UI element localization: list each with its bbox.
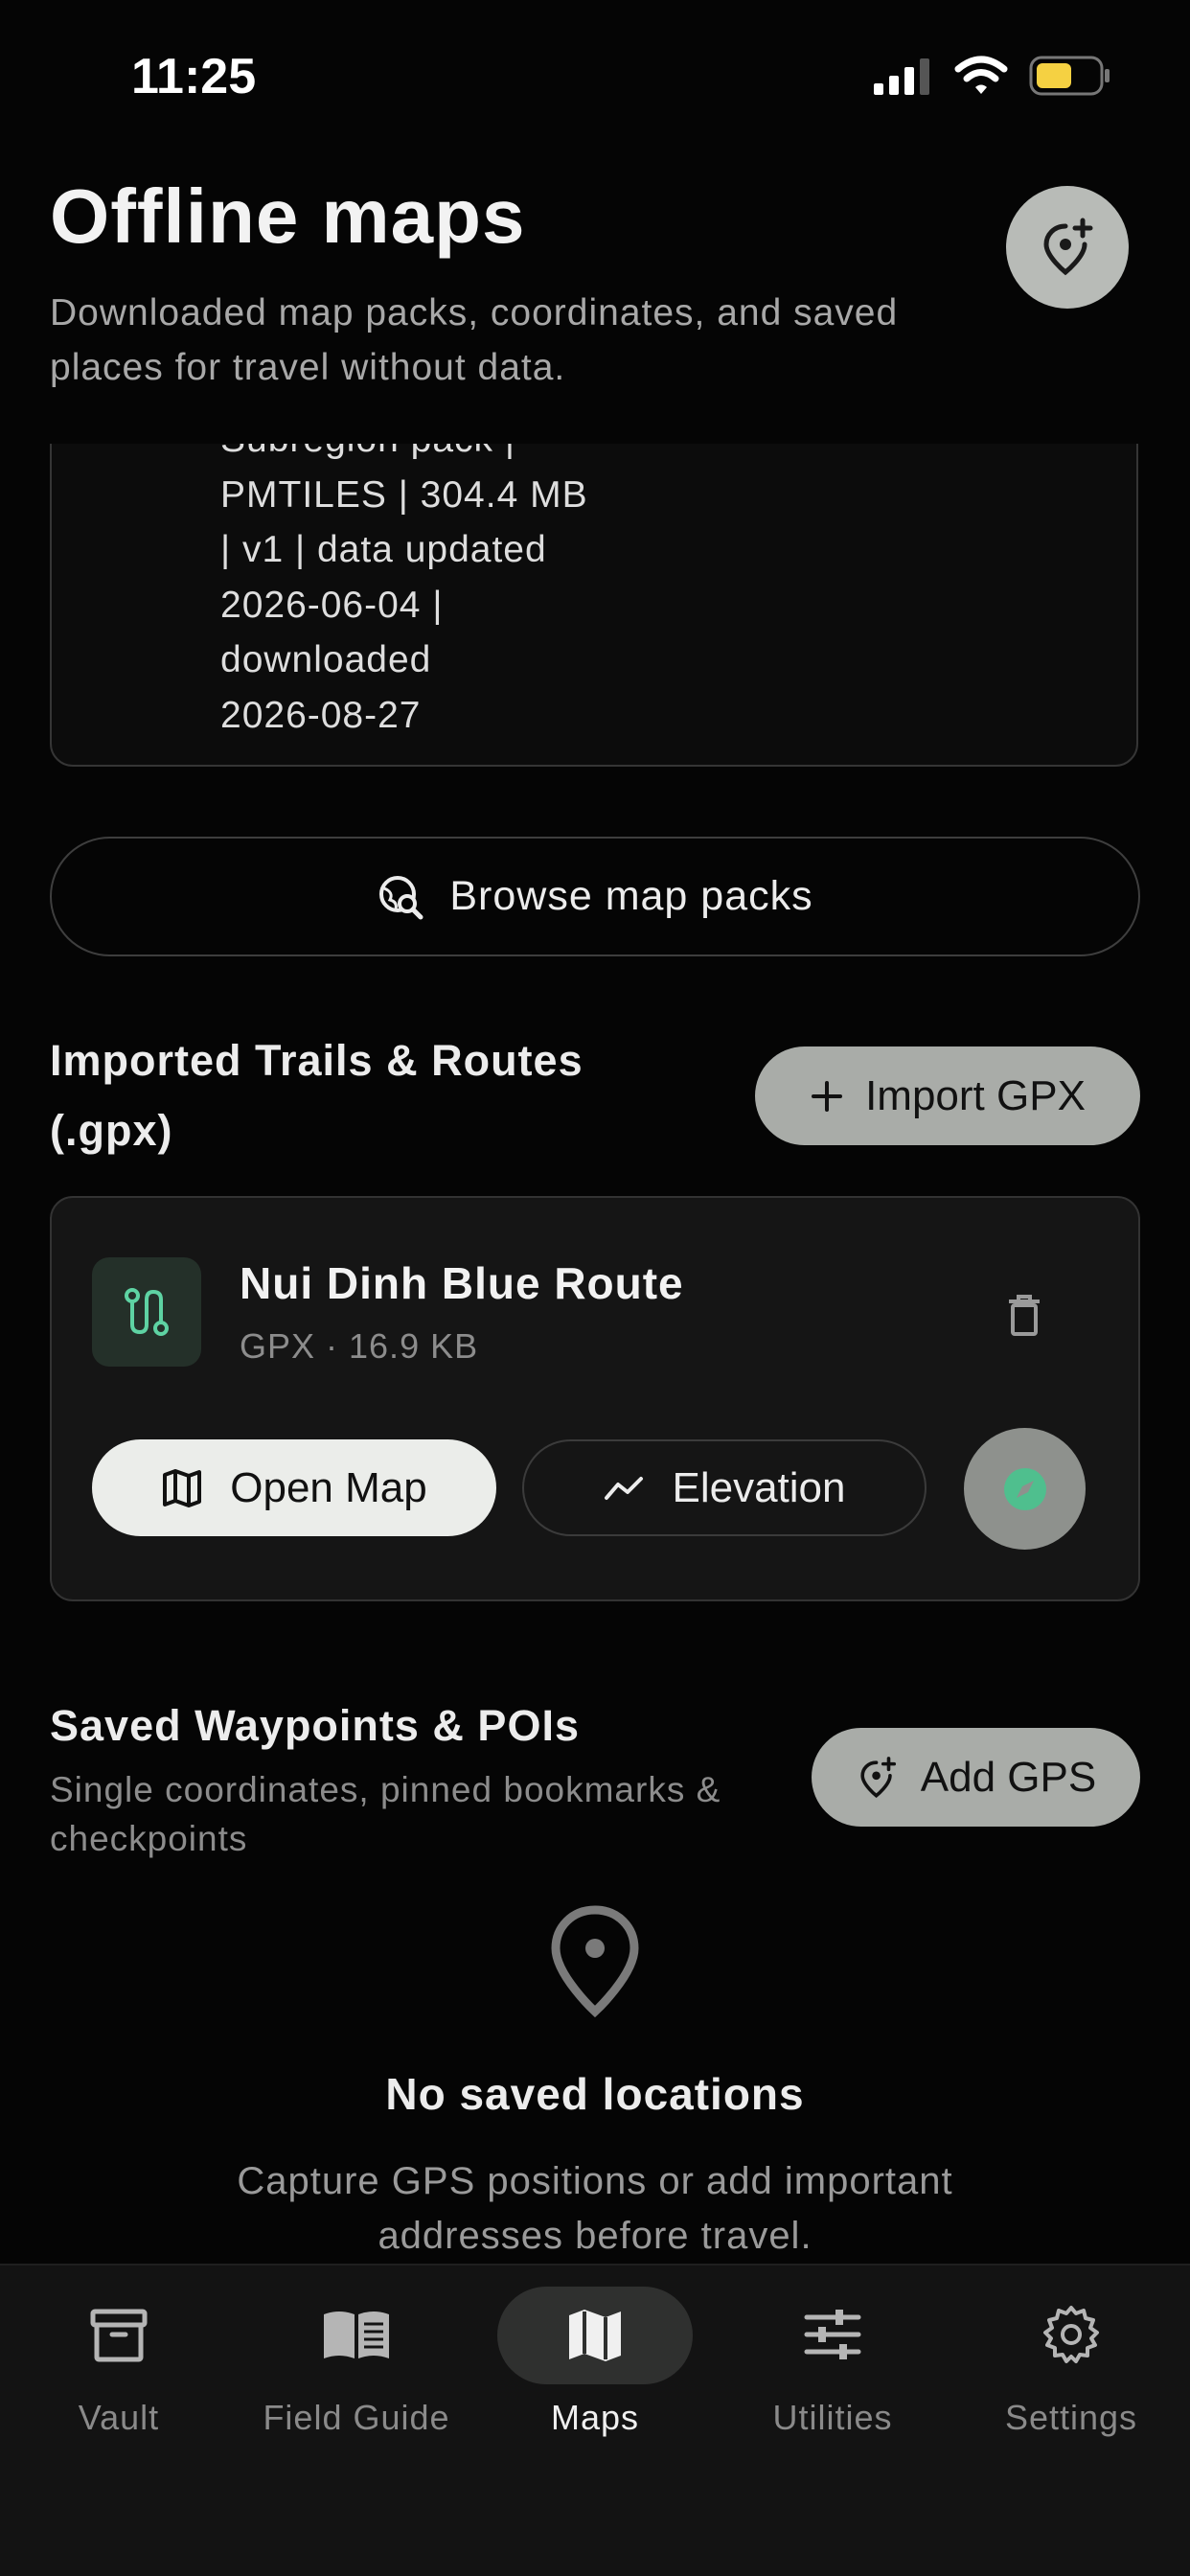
tab-settings[interactable]: Settings — [961, 2287, 1181, 2438]
tab-utilities[interactable]: Utilities — [722, 2287, 943, 2438]
battery-icon — [1029, 56, 1110, 96]
book-icon — [324, 2312, 389, 2358]
browse-map-packs-button[interactable]: Browse map packs — [50, 837, 1140, 956]
gear-icon — [1043, 2306, 1099, 2363]
add-place-button[interactable] — [1006, 186, 1129, 309]
trails-title-line: Imported Trails & Routes — [50, 1036, 584, 1085]
compass-icon — [1003, 1467, 1046, 1510]
pack-detail-line: | v1 | data updated — [220, 529, 547, 570]
import-gpx-button[interactable]: Import GPX — [755, 1046, 1140, 1145]
tab-field-guide[interactable]: Field Guide — [246, 2287, 467, 2438]
tab-label: Vault — [78, 2398, 160, 2437]
status-time: 11:25 — [131, 49, 257, 104]
tab-label: Field Guide — [263, 2398, 450, 2437]
open-map-button[interactable]: Open Map — [92, 1439, 496, 1536]
trend-line-icon — [605, 1476, 644, 1500]
wifi-icon — [954, 56, 1008, 94]
add-gps-button[interactable]: Add GPS — [812, 1728, 1140, 1827]
location-pin-icon — [542, 1902, 648, 2026]
open-map-label: Open Map — [230, 1463, 427, 1511]
navigate-button[interactable] — [964, 1428, 1086, 1550]
status-icons — [874, 56, 1111, 96]
page-subtitle: Downloaded map packs, coordinates, and s… — [50, 292, 899, 388]
tab-icon-wrap — [735, 2287, 930, 2384]
pack-detail-line: 2026-08-27 — [220, 694, 422, 736]
sliders-icon — [804, 2310, 861, 2359]
trail-meta: GPX · 16.9 KB — [240, 1326, 479, 1366]
waypoints-subtitle: Single coordinates, pinned bookmarks & c… — [50, 1770, 721, 1858]
waypoints-section-title: Saved Waypoints & POIs — [50, 1701, 580, 1750]
tab-label: Settings — [1004, 2398, 1138, 2437]
plus-icon — [812, 1080, 843, 1112]
page-title: Offline maps — [50, 173, 526, 259]
empty-state-title: No saved locations — [385, 2069, 805, 2119]
elevation-label: Elevation — [672, 1463, 846, 1511]
tab-label: Utilities — [772, 2398, 893, 2437]
map-icon — [163, 1468, 202, 1507]
tab-label: Maps — [550, 2398, 640, 2437]
trails-section-title: Imported Trails & Routes (.gpx) — [50, 1025, 584, 1165]
tab-vault[interactable]: Vault — [9, 2287, 229, 2438]
tab-maps[interactable]: Maps — [485, 2287, 705, 2438]
add-location-icon — [860, 1756, 896, 1798]
pack-detail-line: PMTILES | 304.4 MB — [220, 473, 588, 516]
route-icon — [125, 1288, 169, 1336]
tab-icon-wrap — [259, 2287, 454, 2384]
trash-icon — [1009, 1295, 1040, 1336]
trails-title-line: (.gpx) — [50, 1106, 173, 1155]
tab-icon-wrap — [973, 2287, 1169, 2384]
map-pack-details: Subregion pack | PMTILES | 304.4 MB | v1… — [220, 412, 661, 743]
delete-trail-button[interactable] — [991, 1282, 1058, 1349]
signal-icon — [874, 58, 929, 95]
add-gps-label: Add GPS — [920, 1753, 1097, 1801]
globe-search-icon — [379, 875, 423, 919]
pack-detail-line: downloaded — [220, 639, 432, 680]
route-icon-box — [92, 1257, 201, 1367]
tab-icon-wrap — [21, 2287, 217, 2384]
elevation-button[interactable]: Elevation — [522, 1439, 927, 1536]
browse-label: Browse map packs — [449, 873, 813, 919]
map-icon — [569, 2310, 621, 2361]
add-location-icon — [1043, 218, 1093, 276]
empty-state-description: Capture GPS positions or add important a… — [237, 2160, 953, 2257]
pack-detail-line: 2026-06-04 | — [220, 584, 444, 626]
import-gpx-label: Import GPX — [865, 1071, 1086, 1119]
trail-name: Nui Dinh Blue Route — [240, 1258, 684, 1308]
archive-icon — [90, 2309, 148, 2362]
tab-icon-wrap — [497, 2287, 693, 2384]
